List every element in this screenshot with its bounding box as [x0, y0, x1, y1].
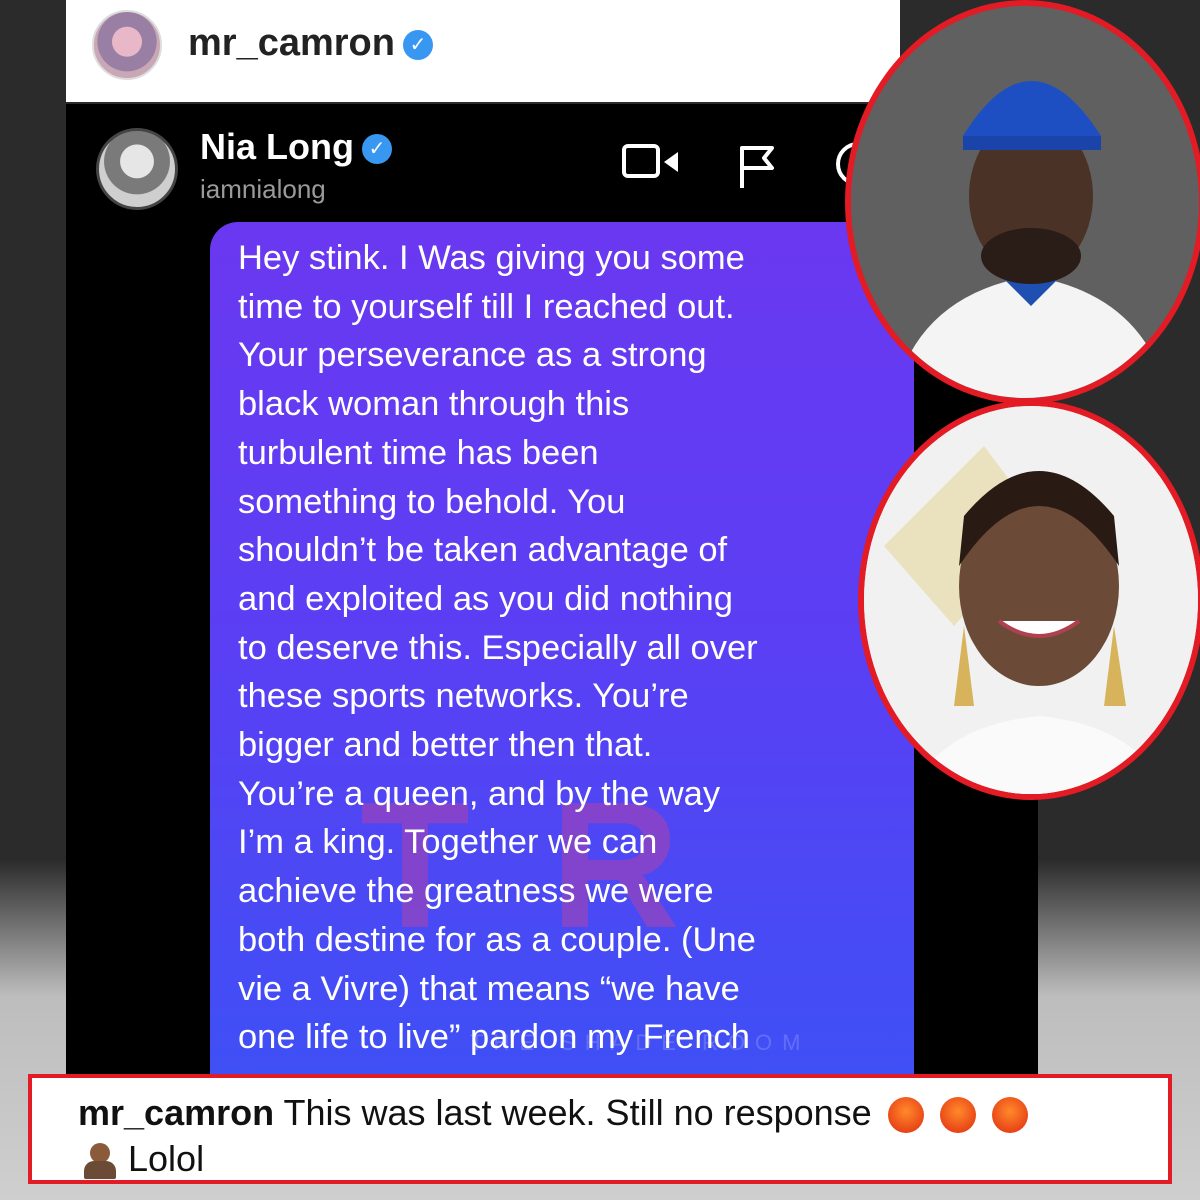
post-author[interactable]: mr_camron ✓ [188, 22, 433, 65]
verified-badge-icon: ✓ [402, 29, 433, 60]
video-call-icon[interactable] [622, 144, 678, 178]
caption-username[interactable]: mr_camron [78, 1092, 274, 1133]
contact-avatar[interactable] [96, 128, 178, 210]
angry-face-icon [887, 1097, 924, 1134]
report-flag-icon[interactable] [736, 144, 780, 190]
message-bubble: TR THE SHADE ROOM Hey stink. I Was givin… [210, 222, 914, 1074]
post-username[interactable]: mr_camron [188, 22, 395, 64]
person-shrugging-icon [82, 1143, 118, 1180]
contact-name[interactable]: Nia Long ✓ [200, 126, 392, 168]
caption-line-2: Lolol [82, 1138, 204, 1180]
verified-badge-icon: ✓ [361, 134, 392, 165]
angry-face-icon [939, 1097, 976, 1134]
post-author-avatar[interactable] [92, 10, 162, 80]
message-text: Hey stink. I Was giving you some time to… [238, 239, 758, 1057]
caption-box: mr_camron This was last week. Still no r… [28, 1074, 1172, 1184]
angry-face-icon [991, 1097, 1028, 1134]
caption-line: mr_camron This was last week. Still no r… [78, 1092, 1028, 1134]
camron-photo [845, 0, 1200, 404]
caption-lolol: Lolol [128, 1138, 205, 1179]
caption-text: This was last week. Still no response [283, 1092, 872, 1133]
nia-long-photo [858, 400, 1200, 800]
contact-handle: iamnialong [200, 174, 326, 204]
post-header: mr_camron ✓ [66, 0, 900, 102]
contact-name-text: Nia Long [200, 126, 354, 167]
